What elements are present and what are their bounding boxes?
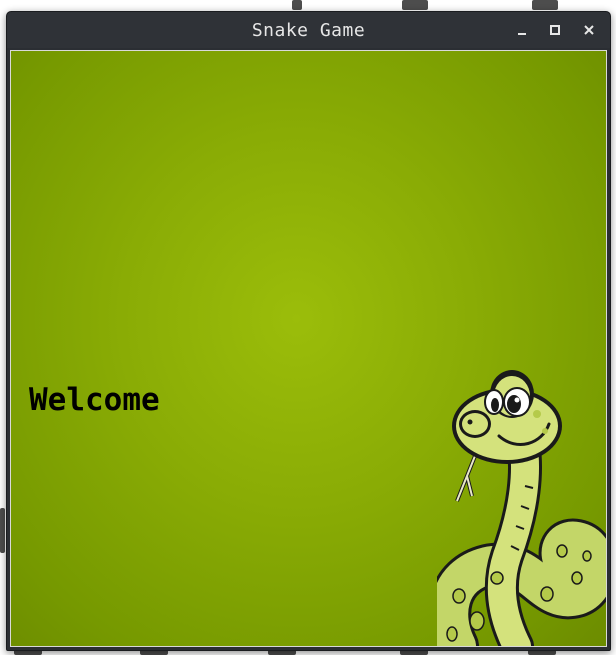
- minimize-button[interactable]: [512, 20, 532, 40]
- close-button[interactable]: [579, 20, 599, 40]
- snake-mascot-illustration: [437, 370, 606, 646]
- desktop-icon-fragment: [532, 0, 558, 10]
- game-canvas[interactable]: Welcome: [10, 50, 607, 647]
- minimize-icon: [518, 33, 526, 35]
- welcome-text: Welcome: [29, 382, 160, 418]
- maximize-button[interactable]: [545, 20, 565, 40]
- desktop-icon-fragment: [402, 0, 428, 10]
- snake-game-window: Snake Game Welcome: [6, 11, 611, 651]
- desktop-icon-fragment: [0, 508, 5, 553]
- close-icon: [584, 25, 594, 35]
- title-bar[interactable]: Snake Game: [7, 12, 610, 48]
- maximize-icon: [550, 25, 560, 35]
- desktop-icon-fragment: [292, 0, 302, 10]
